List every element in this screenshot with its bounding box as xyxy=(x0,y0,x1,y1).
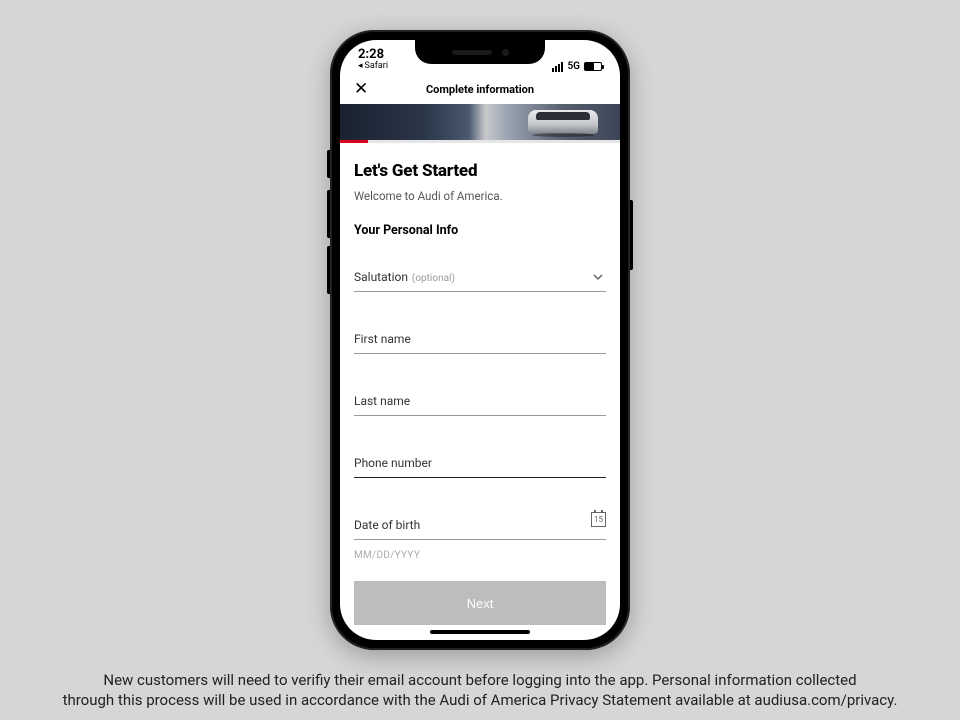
first-name-field[interactable]: First name xyxy=(354,328,606,354)
caption-text: New customers will need to verifiy their… xyxy=(0,670,960,711)
back-chevron-icon: ◂ xyxy=(358,62,363,72)
navbar: ✕ Complete information xyxy=(340,74,620,104)
last-name-field[interactable]: Last name xyxy=(354,390,606,416)
back-to-app[interactable]: ◂ Safari xyxy=(358,62,388,72)
side-button xyxy=(327,150,330,178)
phone-label: Phone number xyxy=(354,456,432,470)
page-subtitle: Welcome to Audi of America. xyxy=(354,189,606,203)
dob-field[interactable]: Date of birth 15 xyxy=(354,514,606,540)
chevron-down-icon xyxy=(592,268,604,287)
calendar-icon[interactable]: 15 xyxy=(591,512,606,527)
home-indicator[interactable] xyxy=(430,630,530,634)
network-label: 5G xyxy=(567,61,580,72)
dob-label: Date of birth xyxy=(354,518,420,532)
next-button[interactable]: Next xyxy=(354,581,606,625)
salutation-field[interactable]: Salutation (optional) xyxy=(354,266,606,292)
screen: 2:28 ◂ Safari 5G ✕ Complete information xyxy=(340,40,620,640)
car-illustration xyxy=(528,110,598,134)
navbar-title: Complete information xyxy=(426,83,534,96)
hero-image xyxy=(340,104,620,140)
side-button xyxy=(630,200,633,270)
close-icon[interactable]: ✕ xyxy=(354,81,368,98)
dob-placeholder: MM/DD/YYYY xyxy=(354,550,606,561)
page-title: Let's Get Started xyxy=(354,161,606,181)
caption-line: through this process will be used in acc… xyxy=(20,690,940,710)
notch xyxy=(415,40,545,64)
signal-bars-icon xyxy=(552,62,563,72)
form-content: Let's Get Started Welcome to Audi of Ame… xyxy=(340,143,620,625)
salutation-label: Salutation xyxy=(354,270,408,284)
section-title: Your Personal Info xyxy=(354,223,606,238)
back-app-label: Safari xyxy=(365,62,389,72)
salutation-hint: (optional) xyxy=(412,273,455,284)
side-button xyxy=(327,246,330,294)
caption-line: New customers will need to verifiy their… xyxy=(20,670,940,690)
phone-field[interactable]: Phone number xyxy=(354,452,606,478)
last-name-label: Last name xyxy=(354,394,410,408)
side-button xyxy=(327,190,330,238)
first-name-label: First name xyxy=(354,332,411,346)
battery-icon xyxy=(584,62,602,71)
status-time: 2:28 xyxy=(358,48,388,62)
phone-frame: 2:28 ◂ Safari 5G ✕ Complete information xyxy=(330,30,630,650)
